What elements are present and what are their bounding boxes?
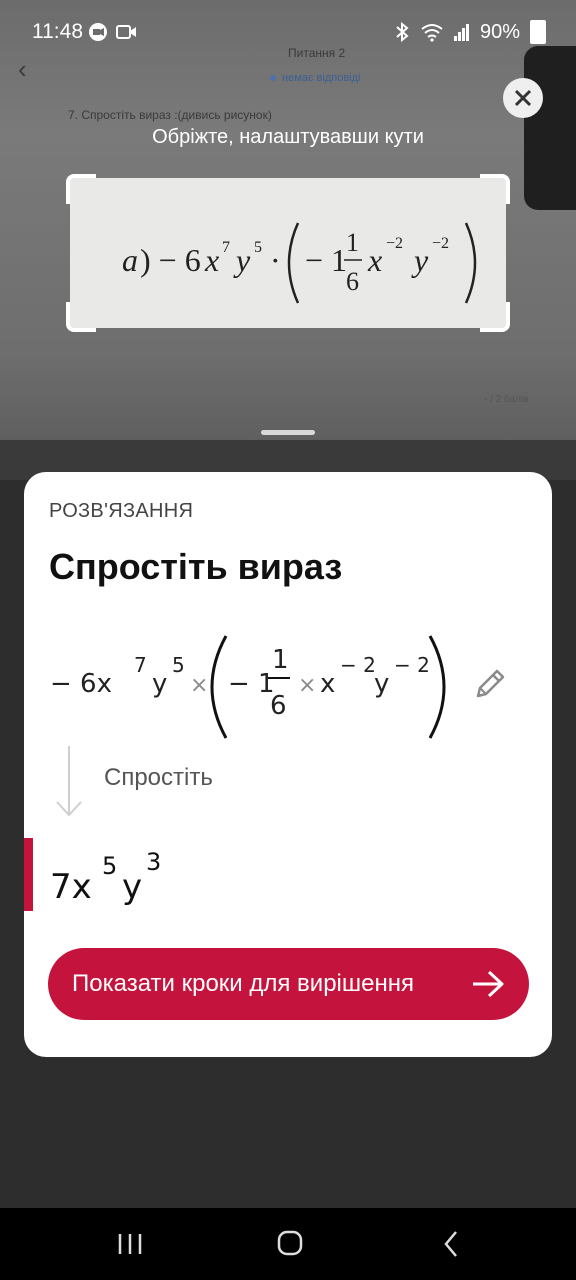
wifi-icon <box>421 24 443 42</box>
svg-text:×: × <box>298 673 316 698</box>
svg-text:5: 5 <box>102 852 117 880</box>
svg-text:6: 6 <box>270 691 287 721</box>
recent-apps-icon[interactable] <box>110 1226 150 1262</box>
svg-text:− 2: − 2 <box>394 653 430 677</box>
background-status: немає відповіді <box>270 72 360 84</box>
svg-text:x: x <box>204 242 219 278</box>
svg-text:5: 5 <box>254 239 262 256</box>
result-expression: 7x 5 y 3 <box>50 848 161 907</box>
crop-frame[interactable]: a ) − 6 x 7 y 5 · − 1 1 6 x −2 y −2 <box>66 174 510 332</box>
battery-icon <box>530 20 546 44</box>
svg-text:6: 6 <box>346 267 359 296</box>
status-bar: 11:48 90% <box>0 0 576 62</box>
close-icon <box>514 89 532 107</box>
crop-handle-top-left[interactable] <box>66 174 96 204</box>
svg-text:x: x <box>367 242 382 278</box>
solution-card: РОЗВ'ЯЗАННЯ Спростіть вираз − 6x 7 y 5 ×… <box>24 472 552 1057</box>
svg-text:·: · <box>270 242 281 278</box>
svg-text:7: 7 <box>222 239 230 256</box>
svg-text:y: y <box>411 242 429 278</box>
crop-handle-top-right[interactable] <box>480 174 510 204</box>
svg-text:1: 1 <box>346 228 359 257</box>
svg-text:− 1: − 1 <box>228 669 275 699</box>
arrow-down-icon <box>56 746 82 817</box>
crop-handle-bottom-right[interactable] <box>480 302 510 332</box>
solution-title: Спростіть вираз <box>49 546 343 587</box>
svg-text:7x: 7x <box>50 867 92 907</box>
status-notification-icons <box>88 22 138 42</box>
drag-handle[interactable] <box>261 430 315 435</box>
captured-formula-image: a ) − 6 x 7 y 5 · − 1 1 6 x −2 y −2 <box>122 222 477 304</box>
background-prompt: 7. Спростіть вираз :(дивись рисунок) <box>68 108 272 122</box>
back-icon[interactable] <box>432 1226 472 1262</box>
crop-hint: Обріжте, налаштувавши кути <box>152 126 424 148</box>
svg-text:×: × <box>190 673 208 698</box>
svg-text:y: y <box>122 867 142 907</box>
home-icon[interactable] <box>270 1226 310 1262</box>
status-right: 90% <box>394 20 546 44</box>
svg-text:− 1: − 1 <box>305 242 347 278</box>
svg-text:−2: −2 <box>432 235 449 252</box>
pencil-icon[interactable] <box>470 664 510 704</box>
crop-handle-bottom-left[interactable] <box>66 302 96 332</box>
screen-recorder-icon <box>89 23 107 41</box>
section-label: РОЗВ'ЯЗАННЯ <box>49 500 194 522</box>
battery-percent: 90% <box>479 20 520 43</box>
close-button[interactable] <box>503 78 543 118</box>
status-dot-icon <box>270 75 276 82</box>
result-accent-bar <box>24 838 33 911</box>
svg-text:y: y <box>233 242 251 278</box>
screen: ‹ Питання 2 немає відповіді 7. Спростіть… <box>0 0 576 1280</box>
svg-text:7: 7 <box>134 653 147 677</box>
svg-text:5: 5 <box>172 653 185 677</box>
svg-text:−2: −2 <box>386 235 403 252</box>
bluetooth-icon <box>396 22 409 42</box>
svg-text:y: y <box>374 669 389 699</box>
navigation-bar <box>0 1208 576 1280</box>
svg-text:− 2: − 2 <box>340 653 376 677</box>
svg-text:− 6x: − 6x <box>50 669 112 699</box>
background-status-text: немає відповіді <box>282 72 361 84</box>
arrow-right-icon <box>473 970 504 998</box>
background-score: - / 2 балів <box>484 394 529 405</box>
show-steps-button[interactable]: Показати кроки для вирішення <box>48 948 529 1020</box>
svg-text:x: x <box>320 669 335 699</box>
svg-text:1: 1 <box>272 645 289 675</box>
input-expression[interactable]: − 6x 7 y 5 × − 1 1 6 × x − 2 y − 2 <box>48 632 468 742</box>
svg-text:y: y <box>152 669 167 699</box>
signal-icon <box>453 24 469 41</box>
status-time: 11:48 <box>32 20 83 43</box>
svg-text:a: a <box>122 242 138 278</box>
svg-text:3: 3 <box>146 848 161 876</box>
svg-text:) − 6: ) − 6 <box>140 242 201 278</box>
show-steps-label: Показати кроки для вирішення <box>72 970 414 997</box>
step-label: Спростіть <box>104 764 213 791</box>
video-call-icon <box>116 25 136 39</box>
